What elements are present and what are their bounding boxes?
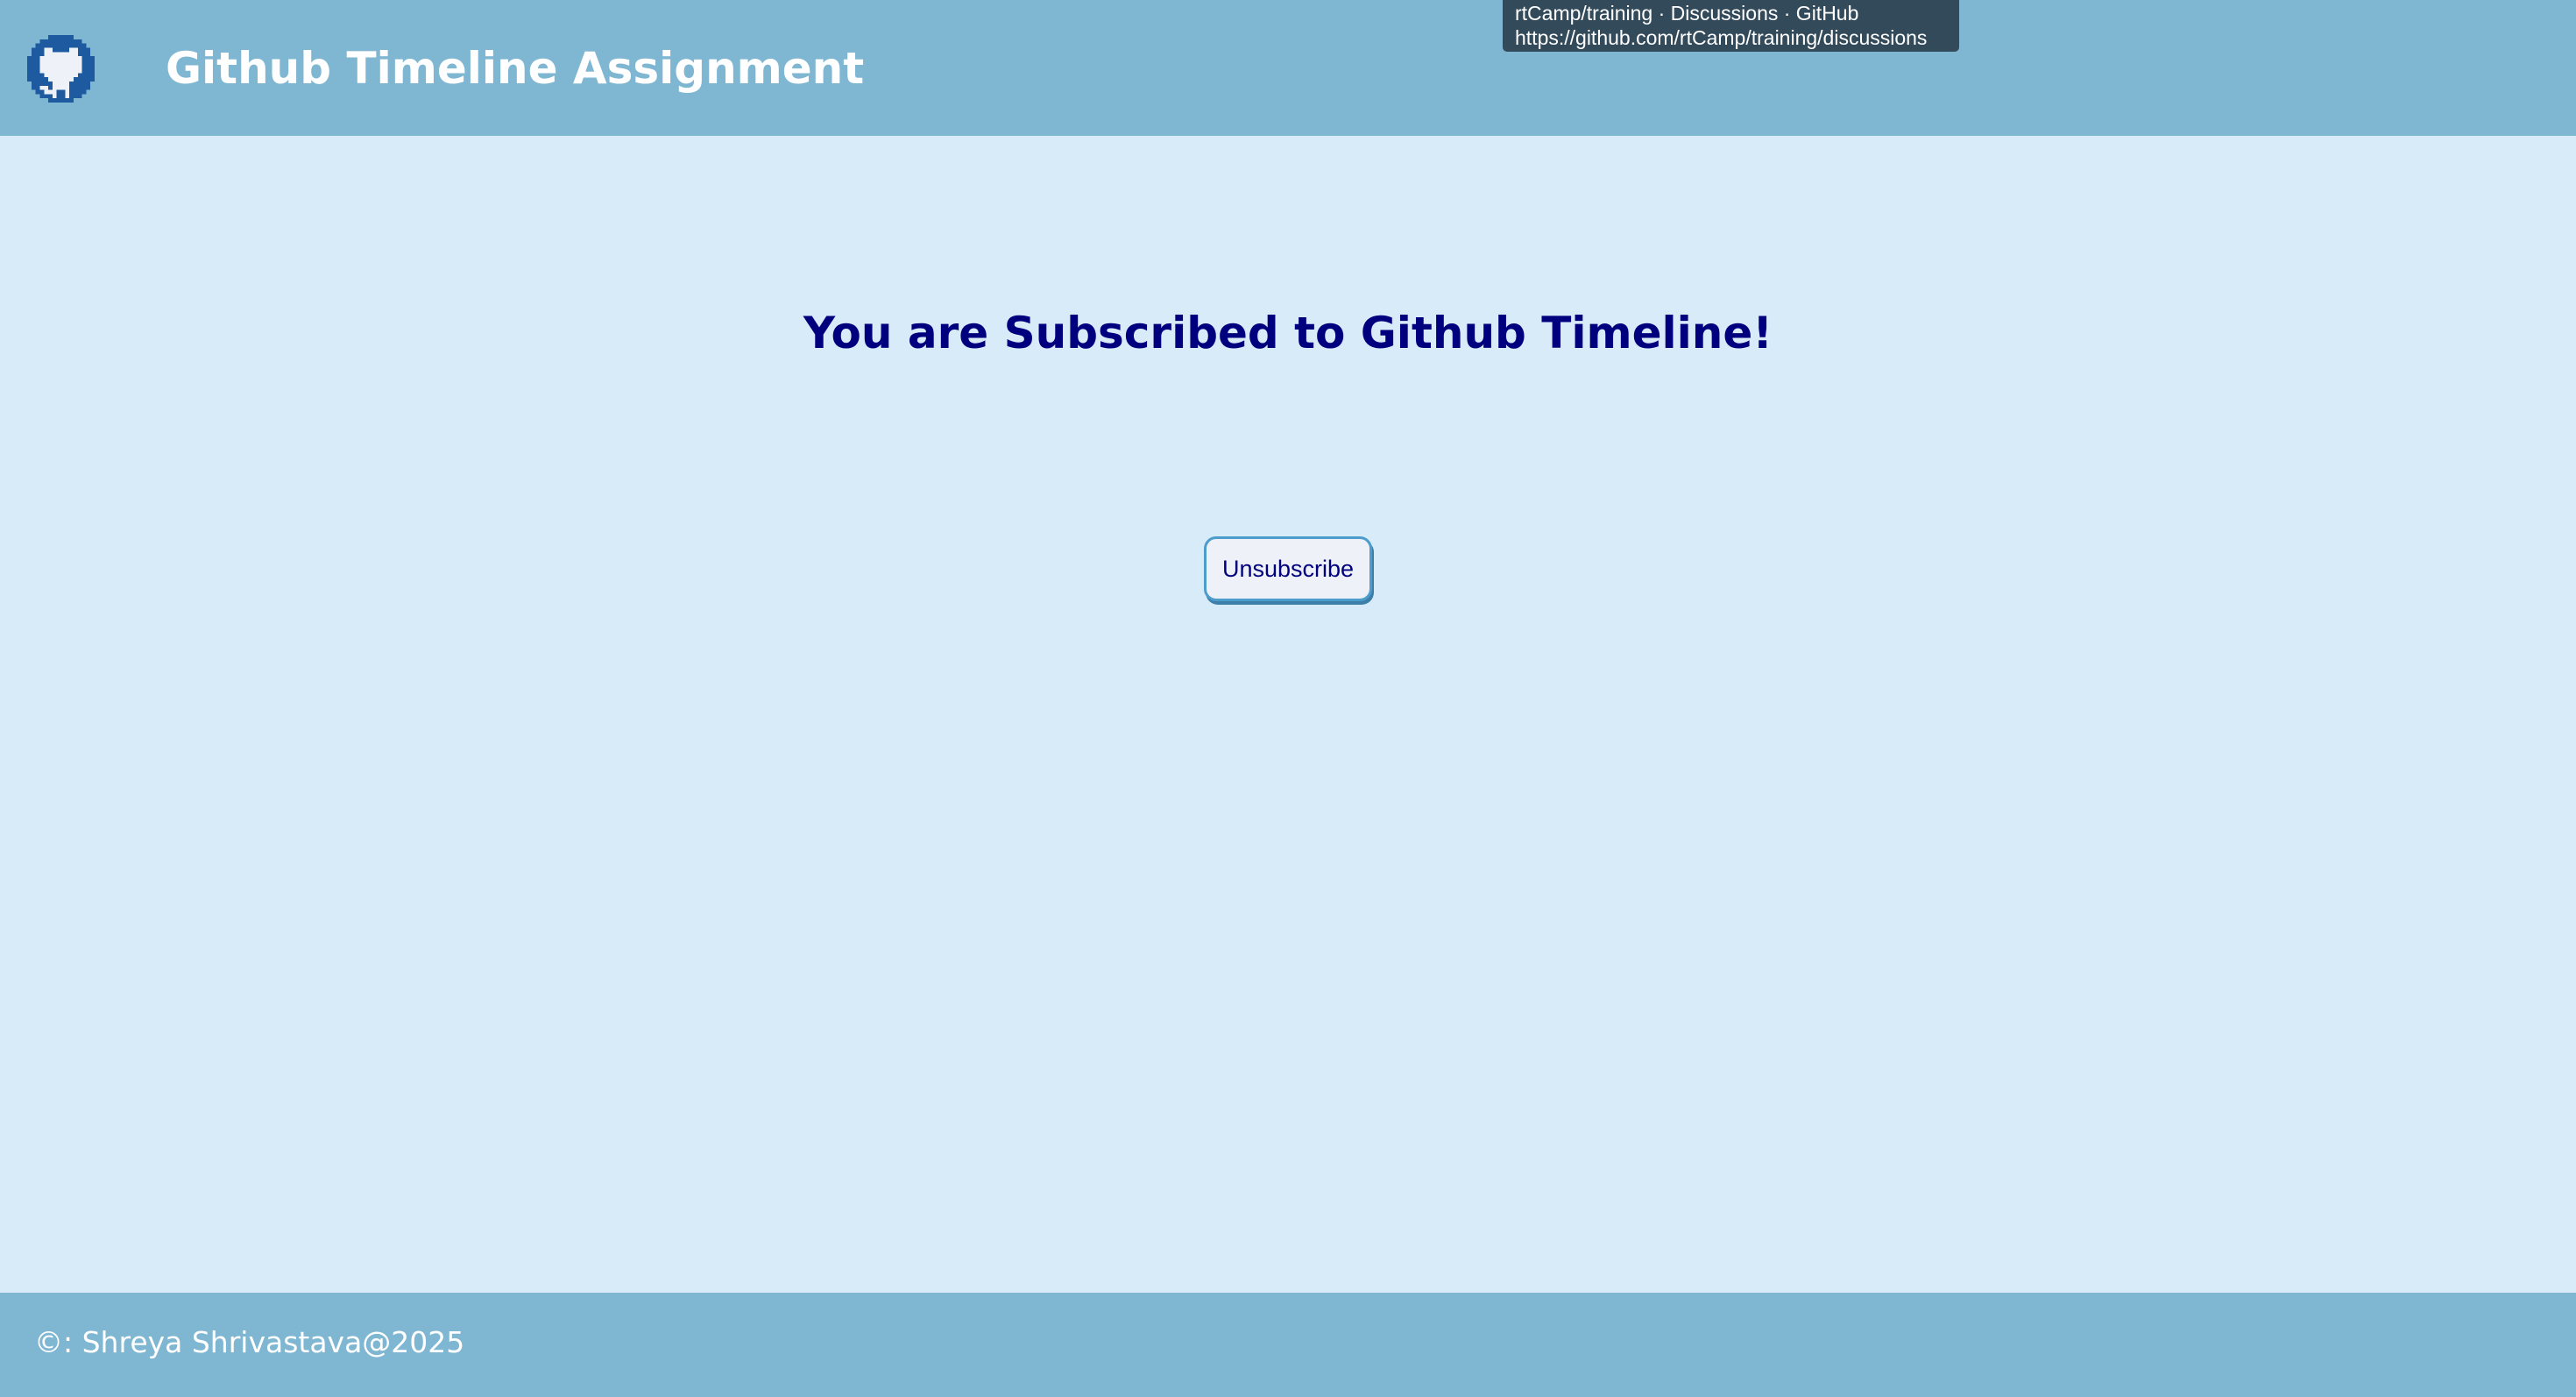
unsubscribe-button[interactable]: Unsubscribe [1204,536,1372,601]
subscription-heading: You are Subscribed to Github Timeline! [803,308,1773,358]
footer-bar: ©: Shreya Shrivastava@2025 [0,1293,2576,1397]
header-title: Github Timeline Assignment [166,43,865,94]
link-tooltip: rtCamp/training · Discussions · GitHub h… [1503,0,1959,52]
tooltip-title: rtCamp/training · Discussions · GitHub [1515,2,1859,25]
footer-copyright: ©: Shreya Shrivastava@2025 [34,1325,465,1359]
header-bar: Github Timeline Assignment [0,0,2576,136]
tooltip-url: https://github.com/rtCamp/training/discu… [1515,26,1928,49]
github-octocat-icon[interactable] [27,35,95,103]
